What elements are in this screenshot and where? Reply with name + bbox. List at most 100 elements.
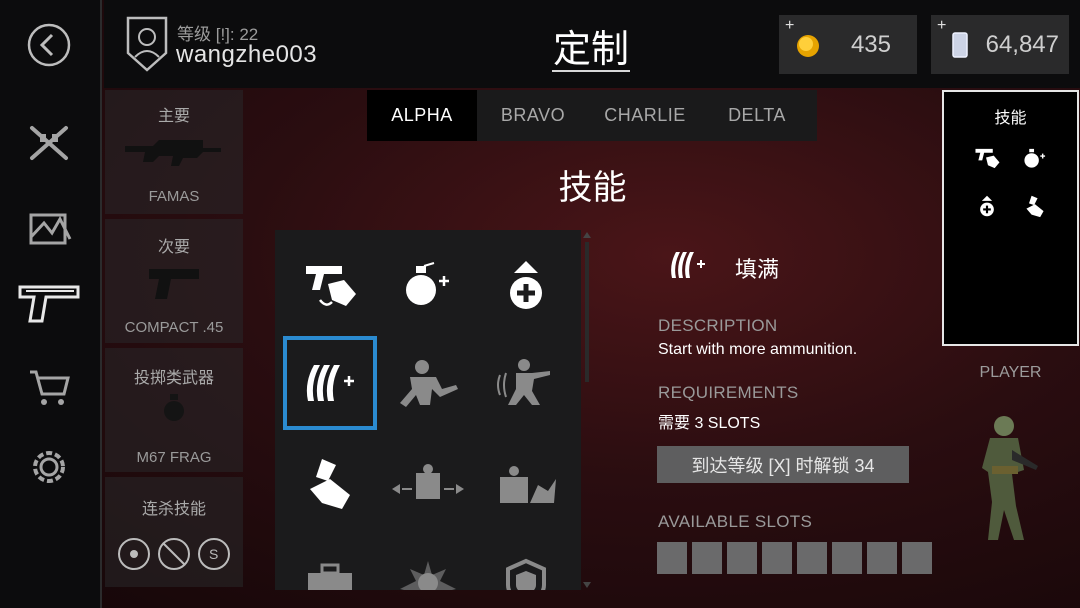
cash-currency[interactable]: + 64,847: [931, 15, 1069, 74]
description-heading: DESCRIPTION: [658, 316, 778, 335]
settings-nav-button[interactable]: [16, 434, 82, 500]
selected-skill-name: 填满: [735, 257, 780, 282]
summary-title: 技能: [994, 110, 1027, 127]
skill-extended-ammo[interactable]: [283, 336, 377, 430]
description-text: Start with more ammunition.: [658, 341, 858, 358]
available-slots: [657, 542, 932, 574]
frag-grenade-icon: [164, 394, 184, 421]
slot-indicator: [797, 542, 827, 574]
tab-delta[interactable]: DELTA: [701, 90, 813, 141]
store-nav-button[interactable]: [16, 354, 82, 420]
sprint-shoot-icon: [497, 359, 550, 405]
cash-amount: 64,847: [985, 30, 1059, 58]
skill-grenade-blast[interactable]: [381, 534, 475, 590]
back-arrow-icon: [27, 23, 71, 67]
secondary-label: 次要: [157, 239, 190, 256]
throwable-name: M67 FRAG: [136, 449, 212, 466]
skill-armor-shield[interactable]: [479, 534, 573, 590]
skill-cover-move[interactable]: [381, 436, 475, 530]
skill-stealth[interactable]: [381, 336, 475, 430]
extended-ammo-icon: [306, 365, 354, 401]
stealth-icon: [400, 360, 458, 407]
gold-amount: 435: [850, 30, 891, 58]
player-rank-badge-icon: [126, 16, 168, 72]
svg-text:S: S: [209, 546, 218, 562]
quick-swap-icon: [1026, 195, 1044, 218]
cover-fire-icon: [500, 466, 556, 503]
skill-health-boost[interactable]: [479, 238, 573, 332]
secondary-weapon-slot[interactable]: 次要 COMPACT .45: [105, 219, 243, 343]
back-button[interactable]: [16, 12, 82, 78]
skill-ammo-crate[interactable]: [283, 534, 377, 590]
skill-sprint-shoot[interactable]: [479, 336, 573, 430]
fast-reload-icon: [975, 148, 1000, 169]
equipped-skill: [970, 144, 1004, 172]
skill-fast-reload[interactable]: [283, 238, 377, 332]
killstreak-slot[interactable]: 连杀技能 S: [105, 477, 243, 587]
loadout-tabs: ALPHA BRAVO CHARLIE DELTA: [367, 90, 817, 141]
tab-charlie[interactable]: CHARLIE: [589, 90, 701, 141]
killstreak-icons: S: [118, 538, 230, 570]
title-underline: [552, 70, 630, 72]
weapons-nav-button[interactable]: [16, 110, 82, 176]
handgun-icon: [149, 269, 199, 299]
slot-indicator: [902, 542, 932, 574]
slot-indicator: [657, 542, 687, 574]
page-title: 定制: [552, 27, 629, 71]
requirements-text: 需要 3 SLOTS: [658, 415, 761, 432]
pistol-icon: [18, 285, 80, 323]
equipped-skills-summary[interactable]: 技能: [942, 90, 1079, 346]
slot-indicator: [692, 542, 722, 574]
available-slots-heading: AVAILABLE SLOTS: [658, 512, 813, 531]
skill-extra-grenade[interactable]: [381, 238, 475, 332]
primary-weapon-name: FAMAS: [148, 188, 200, 205]
extra-grenade-icon: [1024, 148, 1046, 168]
secondary-weapon-name: COMPACT .45: [124, 319, 224, 336]
tab-alpha[interactable]: ALPHA: [367, 90, 477, 141]
slot-indicator: [832, 542, 862, 574]
player-username: wangzhe003: [176, 41, 318, 68]
unlock-at-level-button[interactable]: 到达等级 [X] 时解锁 34: [657, 446, 909, 483]
requirements-heading: REQUIREMENTS: [658, 383, 799, 402]
armor-shield-icon: [506, 558, 546, 590]
fast-reload-icon: [306, 266, 356, 306]
player-label: PLAYER: [979, 364, 1042, 381]
selected-skill-icon: [671, 252, 705, 278]
extra-grenade-icon: [406, 262, 449, 305]
add-cash-icon[interactable]: +: [937, 17, 946, 35]
killstreak-label: 连杀技能: [141, 501, 206, 518]
section-title: 技能: [558, 168, 627, 208]
skill-cover-fire[interactable]: [479, 436, 573, 530]
gold-coin-icon: [797, 35, 819, 57]
camo-nav-button[interactable]: [16, 196, 82, 262]
camo-icon: [29, 213, 72, 245]
throwable-label: 投掷类武器: [133, 370, 214, 387]
skill-quick-swap[interactable]: [283, 436, 377, 530]
loadout-nav-button[interactable]: [16, 272, 82, 338]
gear-icon: [33, 451, 65, 483]
tab-bravo[interactable]: BRAVO: [477, 90, 589, 141]
throwable-slot[interactable]: 投掷类武器 M67 FRAG: [105, 348, 243, 472]
equipped-skill: [1018, 144, 1052, 172]
primary-weapon-slot[interactable]: 主要 FAMAS: [105, 90, 243, 214]
skills-grid: [275, 230, 581, 590]
player-soldier-figure: [982, 416, 1038, 540]
side-navigation: [0, 0, 102, 608]
crossed-rifles-icon: [30, 126, 68, 160]
slot-indicator: [727, 542, 757, 574]
primary-label: 主要: [157, 108, 190, 125]
gold-currency[interactable]: + 435: [779, 15, 917, 74]
health-boost-icon: [510, 261, 542, 309]
slot-indicator: [762, 542, 792, 574]
rifle-icon: [125, 140, 221, 166]
shopping-cart-icon: [30, 370, 70, 405]
health-boost-icon: [980, 195, 994, 217]
cover-move-icon: [392, 464, 464, 499]
grid-scrollbar[interactable]: [582, 230, 592, 590]
quick-swap-icon: [310, 459, 350, 509]
add-gold-icon[interactable]: +: [785, 17, 794, 35]
ammo-crate-icon: [308, 563, 352, 590]
slot-indicator: [867, 542, 897, 574]
cash-bill-icon: [952, 32, 968, 58]
equipped-skill: [1018, 192, 1052, 220]
